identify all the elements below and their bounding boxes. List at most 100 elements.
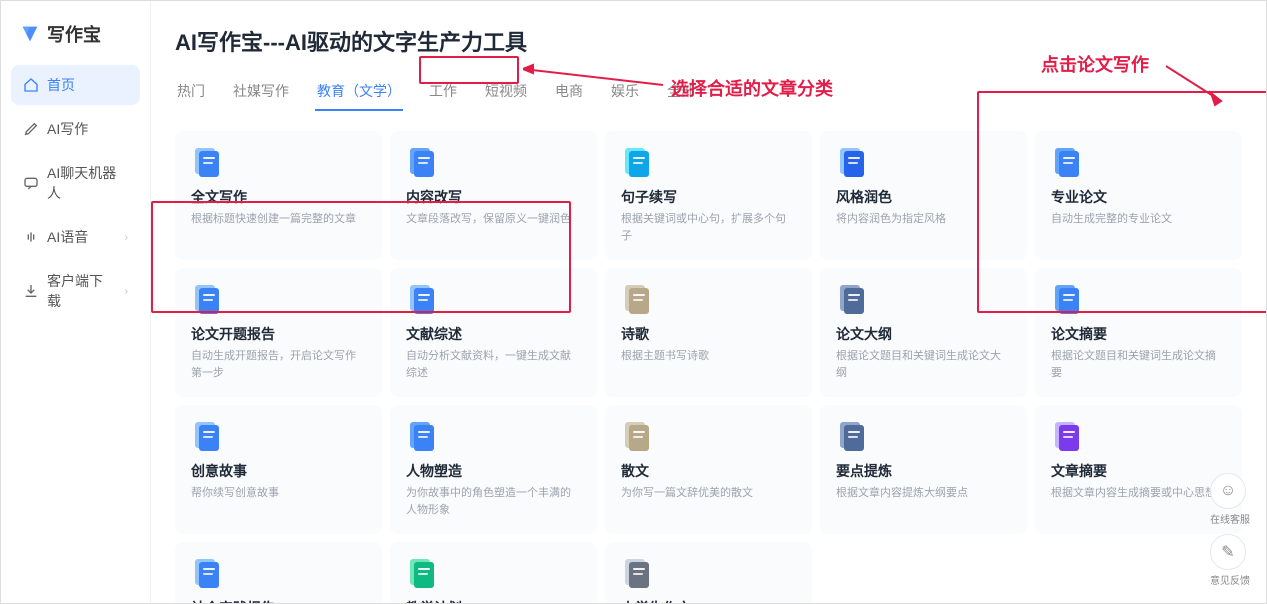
card-desc: 帮你续写创意故事 — [191, 485, 366, 502]
card-icon — [191, 145, 225, 179]
floating-actions: ☺ 在线客服 ✎ 意见反馈 — [1210, 473, 1250, 587]
main-content: AI写作宝---AI驱动的文字生产力工具 热门社媒写作教育（文学） 工作短视频电商… — [151, 1, 1266, 603]
card-title: 内容改写 — [406, 187, 581, 207]
tab-5[interactable]: 电商 — [553, 75, 585, 111]
card-icon — [191, 556, 225, 590]
brand-icon — [19, 23, 41, 45]
sidebar-item-chatbot[interactable]: AI聊天机器人 — [11, 153, 140, 213]
template-card[interactable]: 内容改写文章段落改写，保留原义一键润色 — [390, 131, 597, 260]
card-icon — [406, 282, 440, 316]
card-title: 论文大纲 — [836, 324, 1011, 344]
template-card[interactable]: 论文摘要根据论文题目和关键词生成论文摘要 — [1035, 268, 1242, 397]
card-icon — [1051, 145, 1085, 179]
card-desc: 为你写一篇文辞优美的散文 — [621, 485, 796, 502]
template-card[interactable]: 诗歌根据主题书写诗歌 — [605, 268, 812, 397]
card-desc: 根据主题书写诗歌 — [621, 348, 796, 365]
card-desc: 根据文章内容提炼大纲要点 — [836, 485, 1011, 502]
sidebar-item-label: 首页 — [47, 75, 75, 95]
card-icon — [191, 282, 225, 316]
card-title: 小学生作文 — [621, 598, 796, 603]
card-icon — [621, 282, 655, 316]
template-card[interactable]: 风格润色将内容润色为指定风格 — [820, 131, 1027, 260]
template-card[interactable]: 要点提炼根据文章内容提炼大纲要点 — [820, 405, 1027, 534]
template-card[interactable]: 小学生作文为中小学生作文题目提供优秀范文 — [605, 542, 812, 603]
card-icon — [406, 145, 440, 179]
template-card[interactable]: 论文开题报告自动生成开题报告，开启论文写作第一步 — [175, 268, 382, 397]
template-card[interactable]: 教学计划根据课程内容快速生成千字教案 — [390, 542, 597, 603]
voice-icon — [23, 229, 39, 245]
template-card[interactable]: 论文大纲根据论文题目和关键词生成论文大纲 — [820, 268, 1027, 397]
card-title: 风格润色 — [836, 187, 1011, 207]
card-desc: 根据文章内容生成摘要或中心思想 — [1051, 485, 1226, 502]
template-grid: 全文写作根据标题快速创建一篇完整的文章内容改写文章段落改写，保留原义一键润色句子… — [175, 131, 1242, 603]
template-card[interactable]: 社会实践报告根据实践内容生成一篇实践报告 — [175, 542, 382, 603]
chevron-right-icon: › — [125, 232, 128, 243]
template-card[interactable]: 散文为你写一篇文辞优美的散文 — [605, 405, 812, 534]
page-title: AI写作宝---AI驱动的文字生产力工具 — [175, 25, 1242, 57]
card-icon — [1051, 282, 1085, 316]
feedback-icon: ✎ — [1221, 542, 1234, 562]
card-title: 论文摘要 — [1051, 324, 1226, 344]
card-title: 人物塑造 — [406, 461, 581, 481]
headset-icon: ☺ — [1220, 482, 1236, 500]
card-icon — [836, 145, 870, 179]
card-title: 全文写作 — [191, 187, 366, 207]
card-title: 创意故事 — [191, 461, 366, 481]
card-icon — [621, 419, 655, 453]
template-card[interactable]: 全文写作根据标题快速创建一篇完整的文章 — [175, 131, 382, 260]
card-icon — [621, 556, 655, 590]
card-title: 文献综述 — [406, 324, 581, 344]
card-icon — [836, 282, 870, 316]
card-title: 教学计划 — [406, 598, 581, 603]
card-desc: 自动分析文献资料，一键生成文献综述 — [406, 348, 581, 381]
card-icon — [1051, 419, 1085, 453]
card-icon — [406, 419, 440, 453]
card-desc: 根据关键词或中心句，扩展多个句子 — [621, 211, 796, 244]
category-tabs: 热门社媒写作教育（文学） 工作短视频电商娱乐全部 — [175, 75, 1242, 113]
float-online-service[interactable]: ☺ 在线客服 — [1210, 473, 1250, 526]
tab-6[interactable]: 娱乐 — [609, 75, 641, 111]
home-icon — [23, 77, 39, 93]
pencil-icon — [23, 121, 39, 137]
tab-0[interactable]: 热门 — [175, 75, 207, 111]
card-title: 专业论文 — [1051, 187, 1226, 207]
sidebar-item-voice[interactable]: AI语音 › — [11, 217, 140, 257]
template-card[interactable]: 文献综述自动分析文献资料，一键生成文献综述 — [390, 268, 597, 397]
tab-4[interactable]: 短视频 — [483, 75, 529, 111]
sidebar-item-label: 客户端下载 — [47, 271, 117, 311]
card-title: 散文 — [621, 461, 796, 481]
sidebar-item-download[interactable]: 客户端下载 › — [11, 261, 140, 321]
card-icon — [191, 419, 225, 453]
card-desc: 将内容润色为指定风格 — [836, 211, 1011, 228]
tab-3[interactable]: 工作 — [427, 75, 459, 111]
sidebar-item-home[interactable]: 首页 — [11, 65, 140, 105]
card-desc: 根据论文题目和关键词生成论文摘要 — [1051, 348, 1226, 381]
card-title: 诗歌 — [621, 324, 796, 344]
tab-7[interactable]: 全部 — [665, 75, 697, 111]
sidebar-item-write[interactable]: AI写作 — [11, 109, 140, 149]
card-desc: 自动生成开题报告，开启论文写作第一步 — [191, 348, 366, 381]
card-desc: 根据标题快速创建一篇完整的文章 — [191, 211, 366, 228]
brand-logo[interactable]: 写作宝 — [9, 13, 142, 55]
card-icon — [406, 556, 440, 590]
chat-icon — [23, 175, 39, 191]
template-card[interactable]: 人物塑造为你故事中的角色塑造一个丰满的人物形象 — [390, 405, 597, 534]
float-feedback[interactable]: ✎ 意见反馈 — [1210, 534, 1250, 587]
tab-1[interactable]: 社媒写作 — [231, 75, 291, 111]
template-card[interactable]: 句子续写根据关键词或中心句，扩展多个句子 — [605, 131, 812, 260]
template-card[interactable]: 专业论文自动生成完整的专业论文 — [1035, 131, 1242, 260]
download-icon — [23, 283, 39, 299]
chevron-right-icon: › — [125, 286, 128, 297]
sidebar-item-label: AI语音 — [47, 227, 88, 247]
card-desc: 自动生成完整的专业论文 — [1051, 211, 1226, 228]
card-desc: 根据论文题目和关键词生成论文大纲 — [836, 348, 1011, 381]
card-title: 文章摘要 — [1051, 461, 1226, 481]
sidebar-item-label: AI聊天机器人 — [47, 163, 128, 203]
sidebar-item-label: AI写作 — [47, 119, 88, 139]
tab-2[interactable]: 教育（文学） — [315, 75, 403, 111]
sidebar: 写作宝 首页 AI写作 AI聊天机器人 AI语音 › 客户端下载 › — [1, 1, 151, 603]
card-desc: 文章段落改写，保留原义一键润色 — [406, 211, 581, 228]
template-card[interactable]: 创意故事帮你续写创意故事 — [175, 405, 382, 534]
card-desc: 为你故事中的角色塑造一个丰满的人物形象 — [406, 485, 581, 518]
card-icon — [621, 145, 655, 179]
